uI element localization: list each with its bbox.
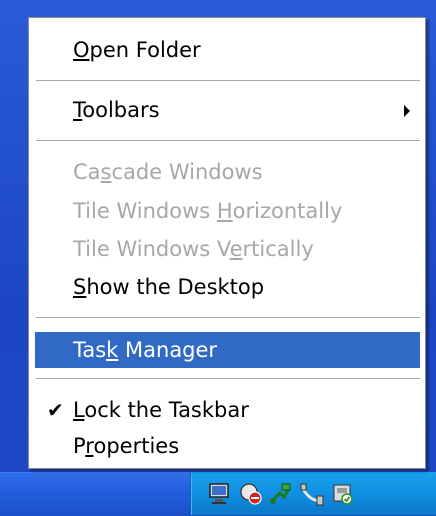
access-key: H	[216, 199, 233, 223]
menu-separator	[36, 80, 420, 81]
menu-item-label: ock the Taskbar	[84, 398, 249, 422]
menu-item-label: Ca	[73, 160, 101, 184]
access-key: O	[73, 38, 90, 62]
menu-item-label: Manager	[118, 338, 218, 362]
menu-item-open-folder[interactable]: Open Folder	[35, 34, 420, 66]
menu-item-label: oolbars	[82, 98, 160, 122]
menu-item-properties[interactable]: Properties	[35, 430, 420, 462]
access-key: e	[229, 237, 243, 261]
security-shield-icon[interactable]	[238, 481, 264, 507]
menu-item-tile-vertically: Tile Windows Vertically	[35, 233, 420, 265]
menu-item-label: how the Desktop	[86, 275, 265, 299]
taskbar-context-menu: Open Folder Toolbars Cascade Windows Til…	[28, 17, 426, 469]
menu-item-label: P	[73, 434, 86, 458]
menu-item-cascade-windows: Cascade Windows	[35, 156, 420, 188]
usb-device-icon[interactable]	[268, 481, 294, 507]
access-key: s	[100, 160, 112, 184]
menu-item-label: cade Windows	[111, 160, 263, 184]
menu-item-label: rtically	[242, 237, 314, 261]
menu-separator	[36, 317, 420, 318]
menu-item-label: orizontally	[232, 199, 343, 223]
access-key: k	[106, 338, 119, 362]
submenu-arrow-icon	[404, 105, 410, 117]
menu-item-toolbars[interactable]: Toolbars	[35, 94, 420, 126]
access-key: T	[73, 98, 83, 122]
printer-status-icon[interactable]	[330, 481, 356, 507]
menu-item-label: Tile Windows V	[73, 237, 230, 261]
menu-separator	[36, 140, 420, 141]
menu-item-label: Tile Windows	[73, 199, 217, 223]
menu-item-label: Tas	[73, 338, 107, 362]
menu-item-task-manager[interactable]: Task Manager	[35, 332, 420, 368]
menu-separator	[36, 378, 420, 379]
menu-item-tile-horizontally: Tile Windows Horizontally	[35, 195, 420, 227]
network-monitor-icon[interactable]	[207, 481, 233, 507]
menu-item-show-desktop[interactable]: Show the Desktop	[35, 271, 420, 303]
access-key: S	[73, 275, 87, 299]
menu-item-label: pen Folder	[89, 38, 201, 62]
checkmark-icon: ✔	[47, 398, 64, 422]
menu-item-label: operties	[93, 434, 180, 458]
network-cable-icon[interactable]	[299, 481, 325, 507]
access-key: L	[73, 398, 85, 422]
menu-item-lock-taskbar[interactable]: ✔ Lock the Taskbar	[35, 394, 420, 426]
